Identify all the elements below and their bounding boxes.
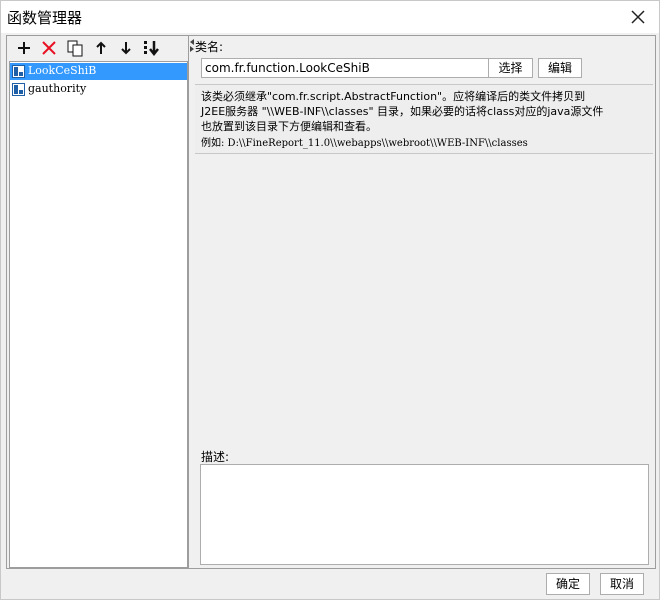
delete-button[interactable] bbox=[38, 38, 60, 58]
function-detail-panel: 类名: com.fr.function.LookCeShiB 选择 编辑 该类必… bbox=[195, 36, 655, 568]
classname-label: 类名: bbox=[195, 40, 224, 54]
select-button[interactable]: 选择 bbox=[488, 58, 533, 78]
function-list-panel: LookCeShiB gauthority bbox=[7, 36, 189, 568]
move-up-button[interactable] bbox=[90, 38, 112, 58]
function-file-icon bbox=[12, 65, 25, 78]
instruction-example-line: 例如: D:\\FineReport_11.0\\webapps\\webroo… bbox=[201, 138, 528, 149]
main-content: LookCeShiB gauthority 类名: com.fr.functio… bbox=[6, 35, 656, 569]
dialog-title: 函数管理器 bbox=[7, 9, 83, 27]
delete-icon bbox=[42, 41, 56, 55]
tree-item-lookceshib[interactable]: LookCeShiB bbox=[10, 63, 187, 80]
classname-field[interactable]: com.fr.function.LookCeShiB bbox=[201, 58, 489, 78]
ok-button[interactable]: 确定 bbox=[546, 573, 590, 595]
instructions-panel: 该类必须继承"com.fr.script.AbstractFunction"。应… bbox=[195, 84, 653, 154]
function-manager-dialog: 函数管理器 LookCeShiB gauthority 类名: com.fr.f… bbox=[0, 0, 660, 600]
close-icon bbox=[631, 10, 645, 24]
instruction-line-3: 也放置到该目录下方便编辑和查看。 bbox=[201, 120, 377, 133]
description-label: 描述: bbox=[201, 450, 230, 464]
move-down-button[interactable] bbox=[115, 38, 137, 58]
arrow-down-icon bbox=[121, 42, 131, 55]
instruction-line-2: J2EE服务器 "\\WEB-INF\\classes" 目录，如果必要的话将c… bbox=[201, 105, 604, 118]
copy-icon bbox=[67, 40, 83, 57]
cancel-button[interactable]: 取消 bbox=[600, 573, 644, 595]
title-bar: 函数管理器 bbox=[1, 1, 659, 33]
close-button[interactable] bbox=[627, 7, 649, 27]
add-icon bbox=[18, 42, 30, 54]
edit-button[interactable]: 编辑 bbox=[538, 58, 582, 78]
sort-icon bbox=[144, 41, 159, 57]
arrow-up-icon bbox=[96, 41, 106, 54]
copy-button[interactable] bbox=[64, 38, 86, 58]
tree-item-gauthority[interactable]: gauthority bbox=[10, 81, 187, 98]
description-textarea[interactable] bbox=[200, 464, 649, 565]
tree-item-label: LookCeShiB bbox=[28, 64, 97, 77]
tree-item-label: gauthority bbox=[28, 82, 87, 95]
function-file-icon bbox=[12, 83, 25, 96]
add-button[interactable] bbox=[13, 38, 35, 58]
toolbar bbox=[7, 36, 188, 60]
sort-button[interactable] bbox=[141, 38, 163, 58]
function-tree: LookCeShiB gauthority bbox=[9, 61, 188, 568]
instruction-line-1: 该类必须继承"com.fr.script.AbstractFunction"。应… bbox=[201, 90, 586, 103]
